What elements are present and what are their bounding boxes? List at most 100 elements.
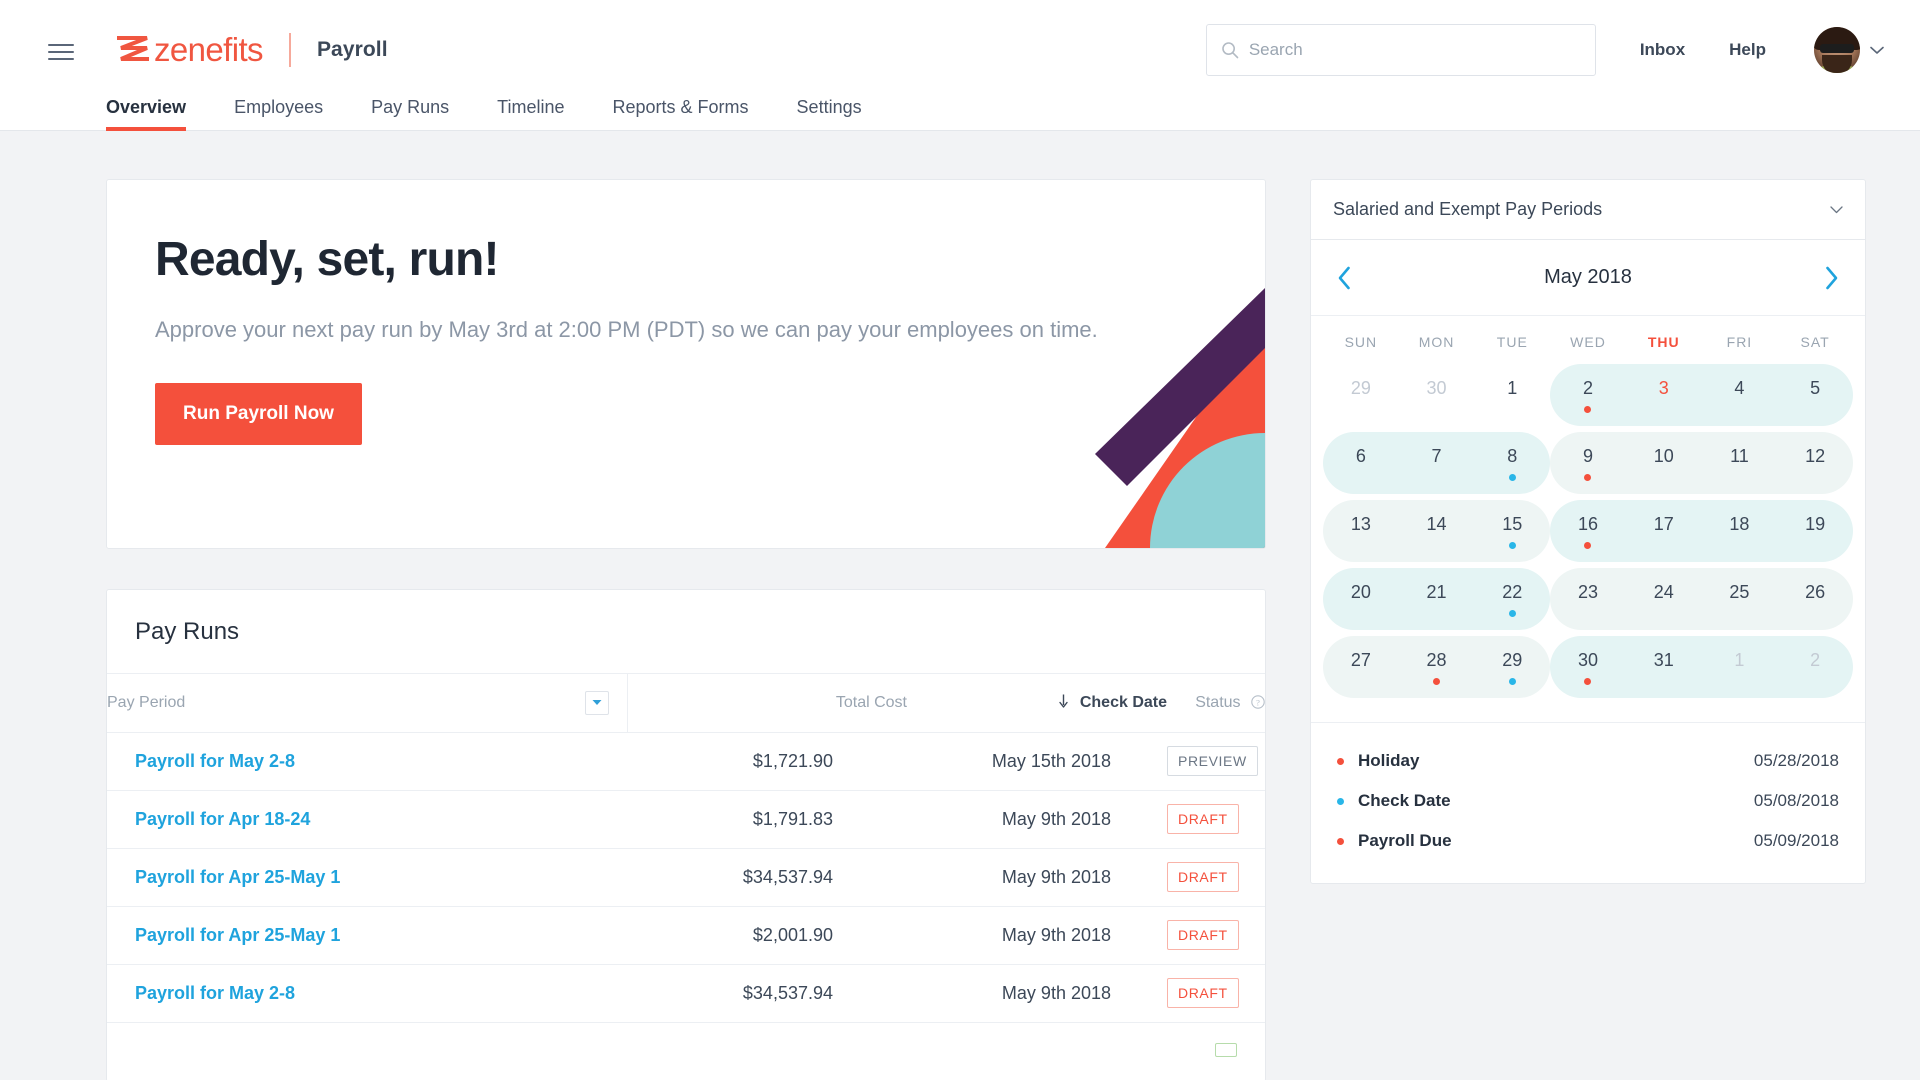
calendar-day[interactable]: 27 — [1323, 634, 1399, 700]
tab-timeline[interactable]: Timeline — [497, 97, 564, 130]
nav-tabs: Overview Employees Pay Runs Timeline Rep… — [0, 77, 1920, 131]
calendar-day[interactable]: 19 — [1777, 498, 1853, 564]
calendar-day[interactable]: 31 — [1626, 634, 1702, 700]
calendar-day[interactable]: 14 — [1399, 498, 1475, 564]
pay-period-link[interactable]: Payroll for Apr 25-May 1 — [135, 867, 340, 887]
account-menu[interactable] — [1814, 27, 1884, 73]
calendar-day[interactable]: 9 — [1550, 430, 1626, 496]
prev-month-button[interactable] — [1337, 266, 1352, 290]
calendar-day[interactable]: 22 — [1474, 566, 1550, 632]
calendar-day[interactable]: 6 — [1323, 430, 1399, 496]
calendar-day[interactable]: 21 — [1399, 566, 1475, 632]
calendar-day[interactable]: 1 — [1474, 362, 1550, 428]
hamburger-icon[interactable] — [48, 40, 74, 60]
dow-fri: FRI — [1726, 334, 1753, 350]
calendar-day[interactable]: 24 — [1626, 566, 1702, 632]
calendar-day-number: 7 — [1431, 446, 1442, 466]
calendar-day-number: 5 — [1810, 378, 1821, 398]
col-status-label: Status — [1195, 693, 1241, 711]
calendar-day-number: 25 — [1729, 582, 1750, 602]
calendar-day[interactable]: 4 — [1702, 362, 1778, 428]
pay-period-select[interactable]: Salaried and Exempt Pay Periods — [1311, 180, 1865, 240]
calendar-day-number: 22 — [1502, 582, 1523, 602]
calendar-day[interactable]: 10 — [1626, 430, 1702, 496]
calendar-day[interactable]: 3 — [1626, 362, 1702, 428]
tab-overview[interactable]: Overview — [106, 97, 187, 131]
info-icon[interactable]: ? — [1251, 695, 1265, 709]
calendar-day[interactable]: 23 — [1550, 566, 1626, 632]
calendar-day[interactable]: 7 — [1399, 430, 1475, 496]
next-month-button[interactable] — [1824, 266, 1839, 290]
calendar-day[interactable]: 18 — [1702, 498, 1778, 564]
calendar-day-number: 1 — [1507, 378, 1518, 398]
search-box[interactable] — [1205, 24, 1596, 76]
calendar-day-number: 2 — [1582, 378, 1593, 398]
brand[interactable]: zenefits Payroll — [116, 31, 388, 69]
col-pay-period-label: Pay Period — [107, 693, 186, 711]
calendar-day[interactable]: 26 — [1777, 566, 1853, 632]
payroll-due-dot-icon — [1337, 837, 1344, 845]
legend-label: Payroll Due — [1358, 831, 1452, 850]
calendar-day[interactable]: 2 — [1550, 362, 1626, 428]
help-link[interactable]: Help — [1729, 40, 1766, 60]
calendar-day[interactable]: 29 — [1474, 634, 1550, 700]
tab-reports-and-forms[interactable]: Reports & Forms — [613, 97, 749, 130]
status-badge: DRAFT — [1167, 804, 1239, 834]
tab-employees[interactable]: Employees — [234, 97, 323, 130]
calendar-day[interactable]: 29 — [1323, 362, 1399, 428]
col-total-cost-label: Total Cost — [835, 693, 907, 711]
tab-label: Pay Runs — [371, 97, 450, 117]
legend-label: Check Date — [1358, 791, 1451, 810]
calendar-day-number: 18 — [1729, 514, 1750, 534]
event-dot-red-icon — [1584, 678, 1592, 685]
calendar-day[interactable]: 25 — [1702, 566, 1778, 632]
tab-settings[interactable]: Settings — [797, 97, 862, 130]
page-content: Ready, set, run! Approve your next pay r… — [0, 131, 1920, 1080]
calendar-day[interactable]: 11 — [1702, 430, 1778, 496]
table-row[interactable]: Payroll for Apr 18-24 $1,791.83 May 9th … — [107, 790, 1265, 849]
calendar-day[interactable]: 13 — [1323, 498, 1399, 564]
calendar-day-number: 10 — [1653, 446, 1674, 466]
avatar — [1814, 27, 1860, 73]
event-dot-blue-icon — [1508, 474, 1516, 481]
table-row[interactable]: Payroll for Apr 25-May 1 $34,537.94 May … — [107, 848, 1265, 907]
calendar-day-number: 17 — [1653, 514, 1674, 534]
cell-status — [1167, 1022, 1265, 1080]
pay-period-link[interactable]: Payroll for Apr 18-24 — [135, 809, 310, 829]
pay-period-link[interactable]: Payroll for Apr 25-May 1 — [135, 925, 340, 945]
run-payroll-button[interactable]: Run Payroll Now — [155, 383, 362, 446]
cell-check-date: May 15th 2018 — [907, 732, 1167, 791]
calendar-day-number: 29 — [1502, 650, 1523, 670]
calendar-day[interactable]: 1 — [1702, 634, 1778, 700]
col-total-cost[interactable]: Total Cost — [626, 674, 907, 733]
table-row[interactable]: Payroll for May 2-8 $34,537.94 May 9th 2… — [107, 964, 1265, 1023]
calendar-day[interactable]: 12 — [1777, 430, 1853, 496]
pay-period-filter-button[interactable] — [584, 690, 609, 715]
calendar-day[interactable]: 15 — [1474, 498, 1550, 564]
calendar-day-number: 21 — [1426, 582, 1447, 602]
calendar-day[interactable]: 20 — [1323, 566, 1399, 632]
table-row[interactable]: Payroll for Apr 25-May 1 $2,001.90 May 9… — [107, 906, 1265, 965]
cell-total-cost: $34,537.94 — [627, 964, 907, 1023]
calendar-day[interactable]: 30 — [1550, 634, 1626, 700]
cell-total-cost: $2,001.90 — [627, 906, 907, 965]
cell-status: PREVIEW — [1167, 732, 1265, 791]
legend-label: Holiday — [1358, 751, 1420, 770]
tab-pay-runs[interactable]: Pay Runs — [371, 97, 449, 130]
search-input[interactable] — [1248, 40, 1581, 60]
cell-pay-period: Payroll for Apr 25-May 1 — [107, 906, 627, 965]
calendar-day[interactable]: 16 — [1550, 498, 1626, 564]
pay-period-link[interactable]: Payroll for May 2-8 — [135, 983, 295, 1003]
calendar-grid: 29 30 1 2 3 4 5 6 7 8 9 10 11 12 13 14 15 16 17 18 19 20 21 22 2… — [1311, 362, 1865, 722]
table-row[interactable] — [107, 1022, 1265, 1080]
calendar-day[interactable]: 5 — [1777, 362, 1853, 428]
pay-period-link[interactable]: Payroll for May 2-8 — [135, 751, 295, 771]
calendar-day[interactable]: 8 — [1474, 430, 1550, 496]
inbox-link[interactable]: Inbox — [1640, 40, 1685, 60]
calendar-day[interactable]: 28 — [1399, 634, 1475, 700]
calendar-day[interactable]: 17 — [1626, 498, 1702, 564]
calendar-day[interactable]: 2 — [1777, 634, 1853, 700]
col-check-date[interactable]: Check Date — [907, 674, 1167, 733]
table-row[interactable]: Payroll for May 2-8 $1,721.90 May 15th 2… — [107, 732, 1265, 791]
calendar-day[interactable]: 30 — [1399, 362, 1475, 428]
